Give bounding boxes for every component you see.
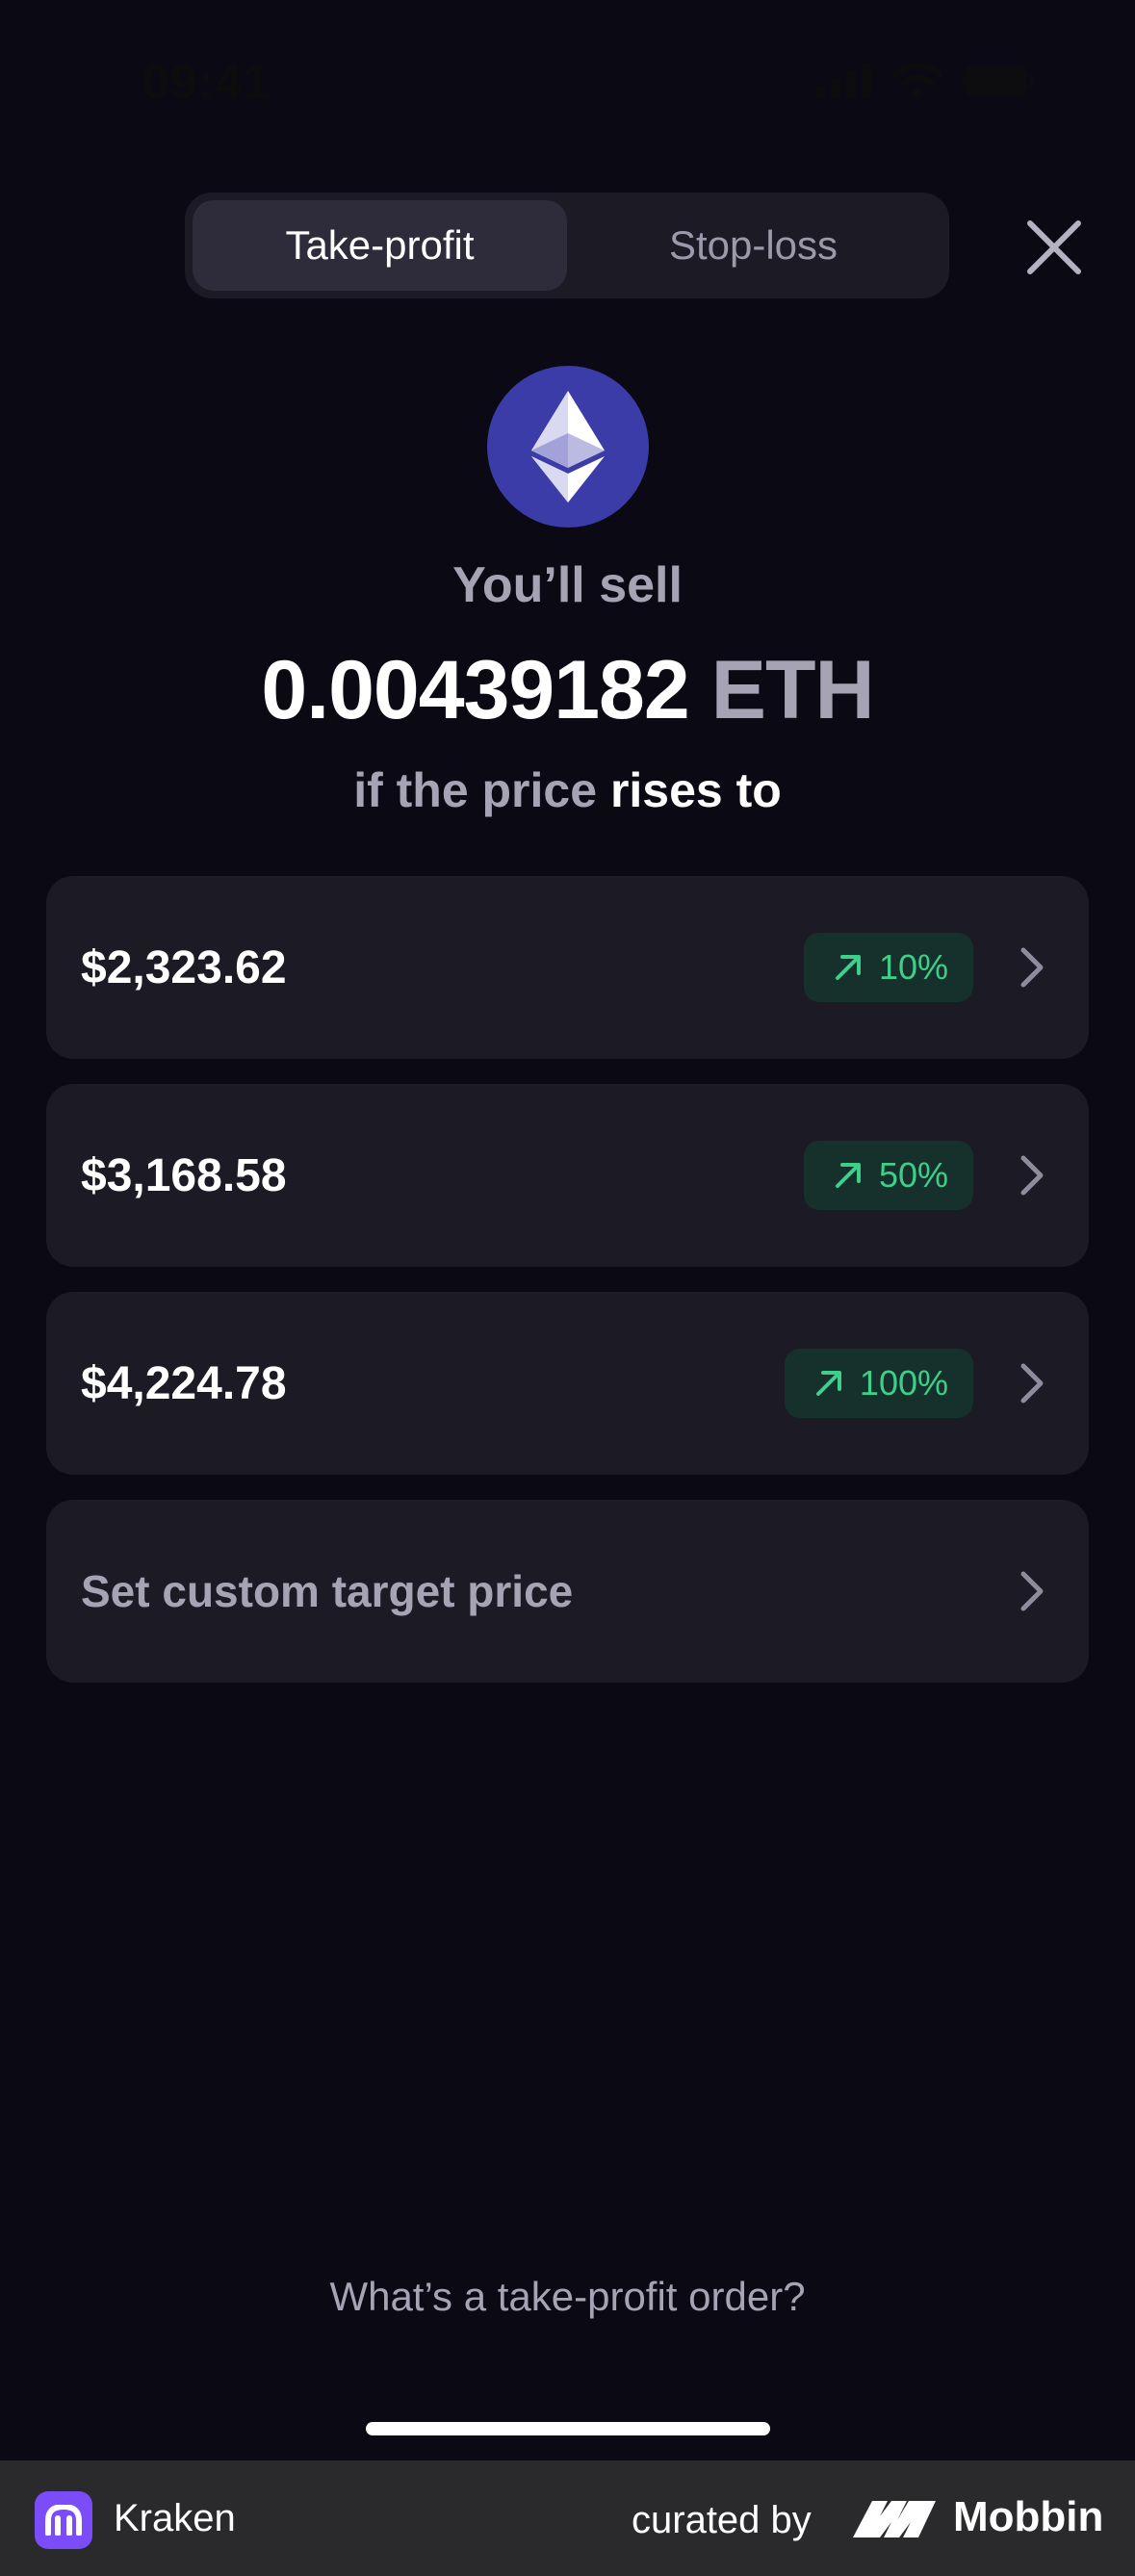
battery-icon [962,64,1035,103]
custom-target-price-button[interactable]: Set custom target price [46,1500,1089,1683]
chevron-right-icon [1020,1155,1044,1196]
kraken-logo-icon [35,2491,92,2549]
change-percent: 10% [878,947,948,987]
target-option-50[interactable]: $3,168.58 50% [46,1084,1089,1267]
mobbin-logo-icon [853,2501,936,2537]
curated-by-label: curated by [632,2499,812,2541]
footer-bar: Kraken curated by Mobbin [0,2460,1135,2576]
target-option-100[interactable]: $4,224.78 100% [46,1292,1089,1475]
tab-stop-loss[interactable]: Stop-loss [566,200,941,291]
status-time: 09:41 [142,55,271,109]
price-condition: if the price rises to [0,762,1135,818]
condition-prefix: if the price [353,763,598,817]
change-percent: 100% [859,1363,948,1403]
close-icon [1027,220,1081,274]
change-badge: 10% [803,933,973,1002]
signal-icon [815,64,873,103]
target-option-10[interactable]: $2,323.62 10% [46,876,1089,1059]
sell-label: You’ll sell [452,557,683,613]
chevron-right-icon [1020,1363,1044,1404]
change-badge: 100% [784,1349,973,1418]
custom-target-label: Set custom target price [81,1566,574,1616]
sell-amount-unit: ETH [710,644,875,736]
arrow-up-right-icon [835,955,861,980]
sell-amount: 0.00439182 ETH [0,643,1135,738]
asset-logo [487,366,649,528]
sell-amount-value: 0.00439182 [261,644,689,736]
chevron-right-icon [1020,1571,1044,1611]
app-name: Kraken [114,2497,236,2539]
close-button[interactable] [1024,218,1084,277]
home-indicator [366,2422,770,2435]
option-price: $4,224.78 [81,1357,287,1409]
change-percent: 50% [878,1155,948,1195]
brand-name: Mobbin [953,2493,1104,2540]
condition-emphasis: rises to [609,763,782,817]
arrow-up-right-icon [815,1371,841,1396]
take-profit-help-link[interactable]: What’s a take-profit order? [0,2274,1135,2320]
wifi-icon [891,63,943,103]
option-price: $3,168.58 [81,1149,287,1201]
tab-take-profit[interactable]: Take-profit [193,200,567,291]
change-badge: 50% [803,1141,973,1210]
option-price: $2,323.62 [81,941,287,993]
chevron-right-icon [1020,947,1044,988]
order-type-segmented-control: Take-profit Stop-loss [185,193,949,298]
status-bar: 09:41 [0,0,1135,164]
ethereum-icon [531,391,605,502]
arrow-up-right-icon [835,1163,861,1188]
status-icons [815,63,1035,103]
